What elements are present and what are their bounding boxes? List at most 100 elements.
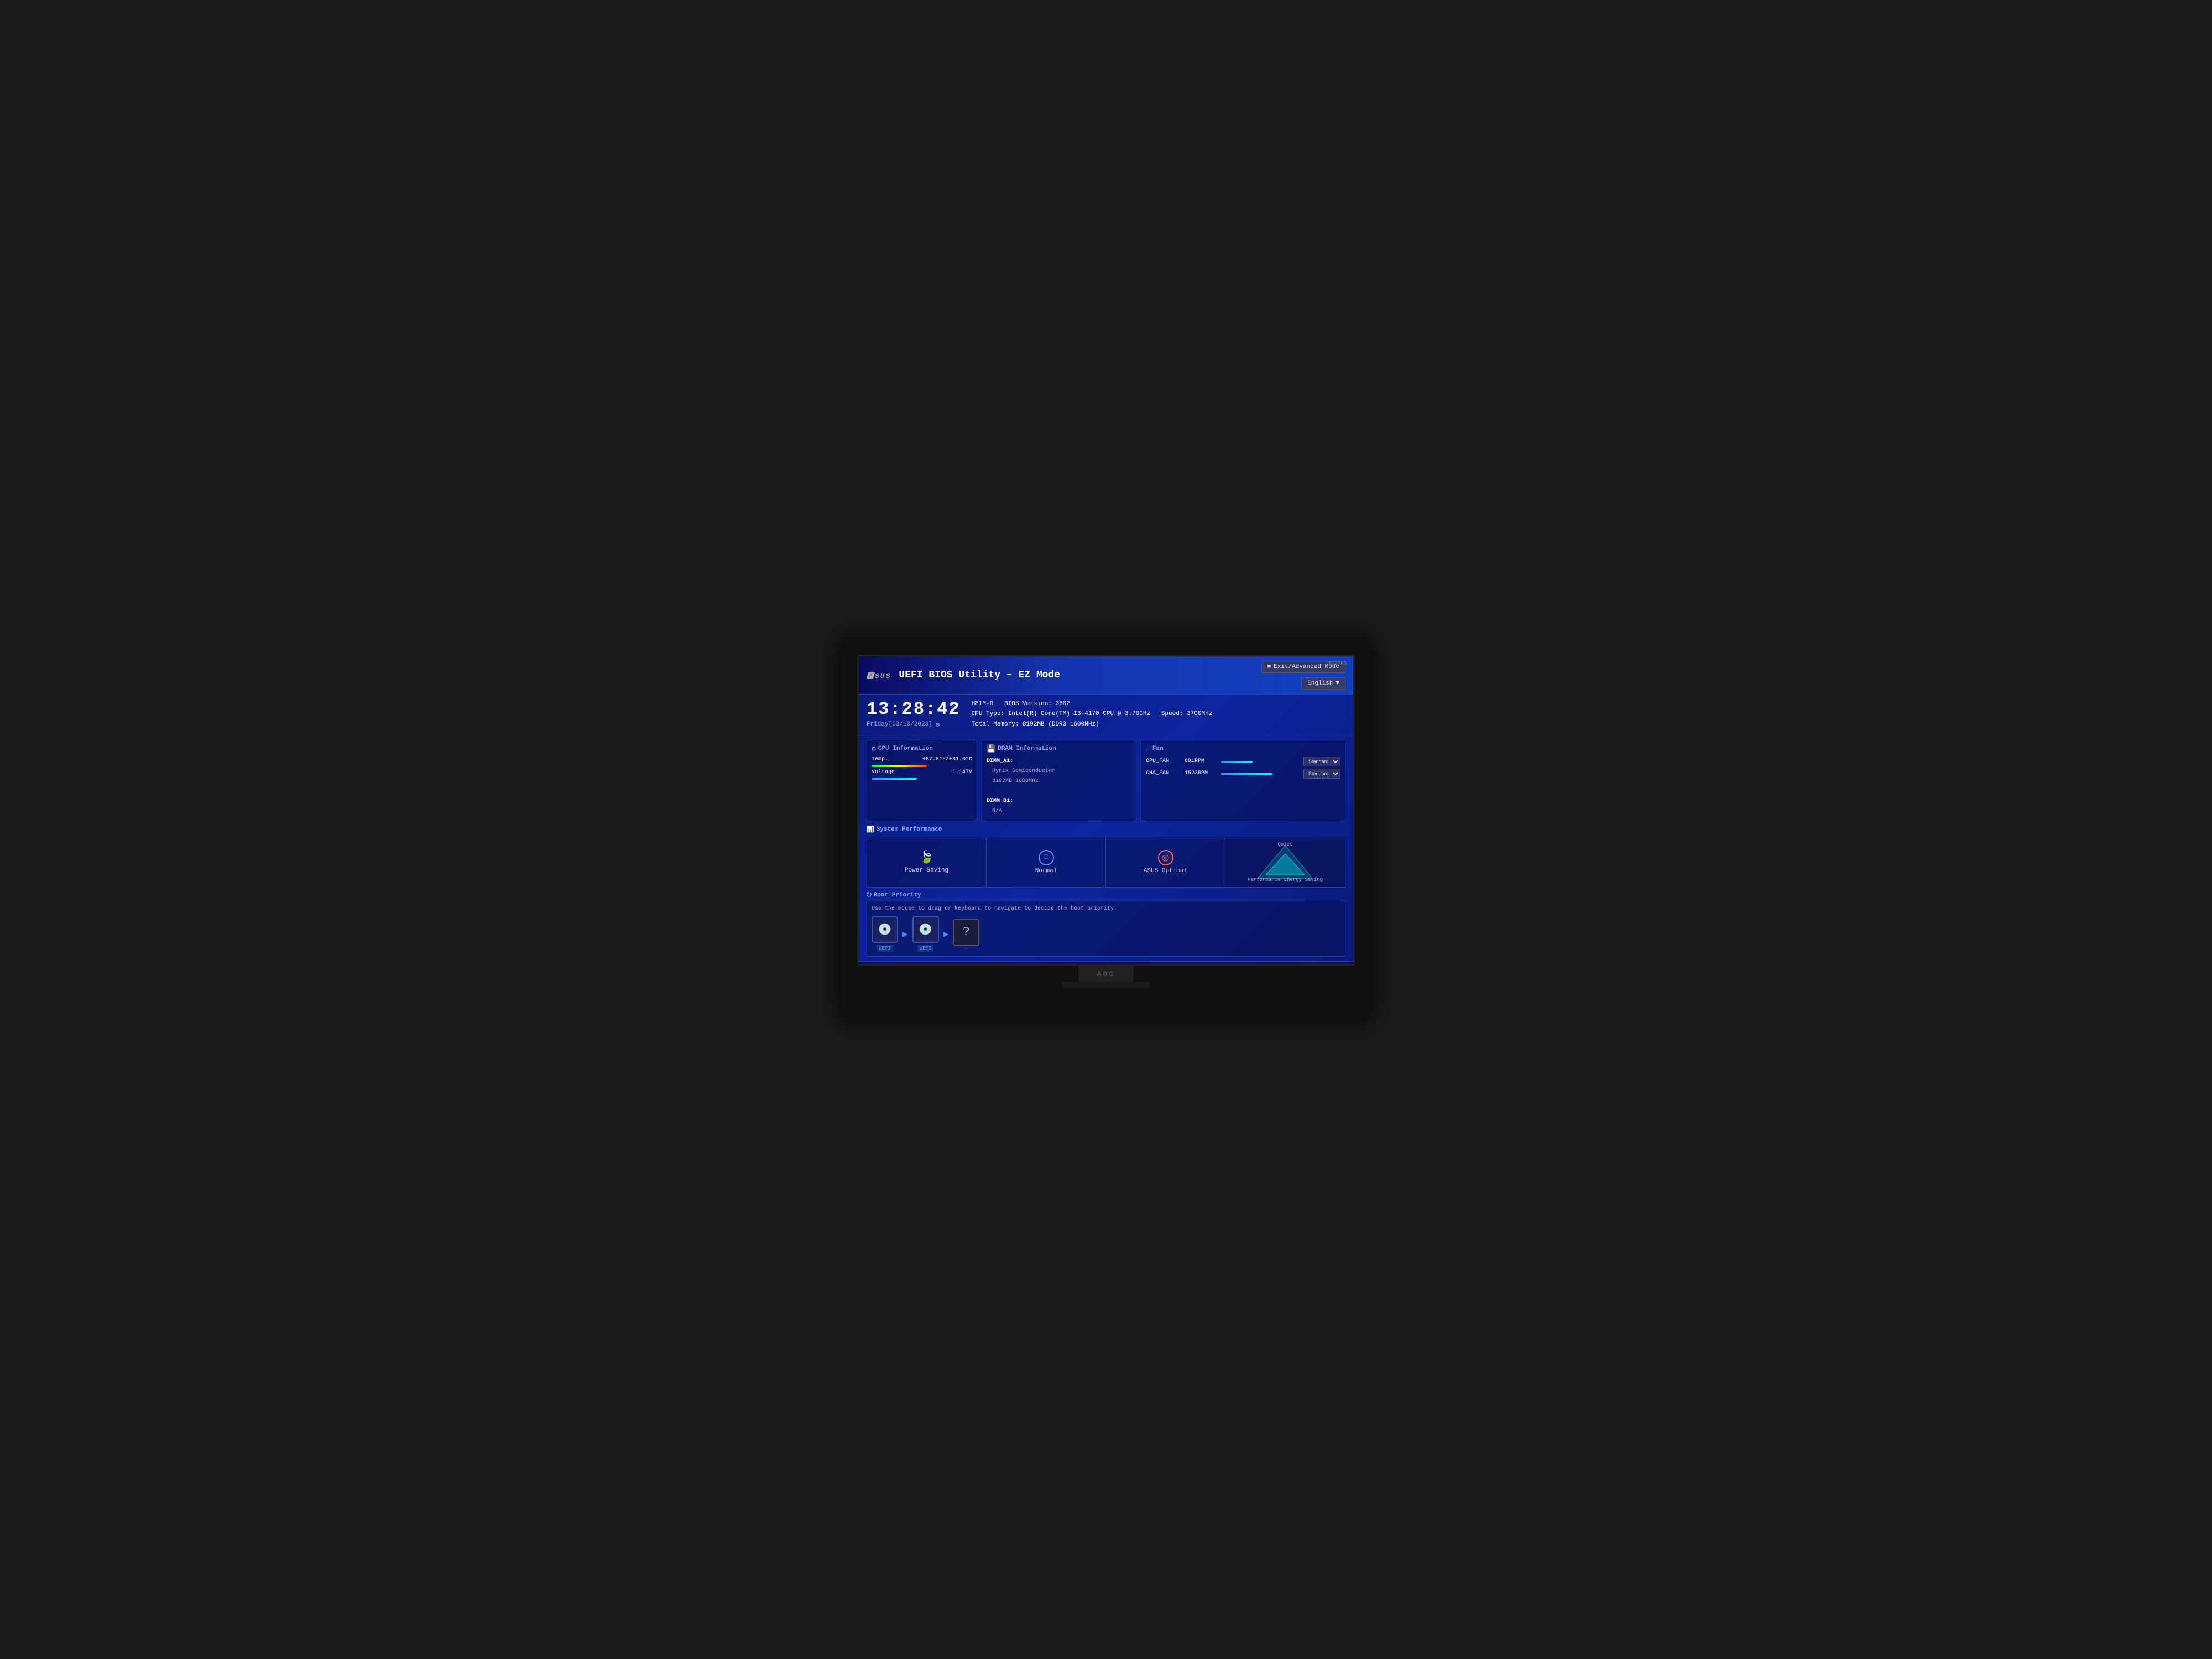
boot-device-3-icon: ? (953, 919, 979, 946)
language-value: English (1307, 680, 1333, 687)
dram-panel-title: 💾 DRAM Information (987, 745, 1131, 753)
perf-normal[interactable]: ○ Normal (987, 837, 1106, 887)
cpu-fan-bar (1221, 761, 1253, 763)
main-panels: ⚙ CPU Information Temp. +87.8°F/+31.0°C … (859, 735, 1353, 826)
boot-device-1-icon: 💿 (872, 916, 898, 943)
cpu-voltage-row: Voltage 1.147V (872, 769, 972, 775)
dram-icon: 💾 (987, 745, 995, 753)
cpu-type: CPU Type: Intel(R) Core(TM) I3-4170 CPU … (972, 711, 1150, 717)
cpu-speed: Speed: 3700MHz (1161, 711, 1212, 717)
monitor-stand: AOC (1078, 966, 1134, 982)
date-display: Friday[03/10/2023] ⚙ (867, 721, 961, 729)
normal-label: Normal (1035, 868, 1057, 874)
perf-asus-optimal[interactable]: ◎ ASUS Optimal (1106, 837, 1225, 887)
fan-panel: ☄ Fan CPU_FAN 891RPM Standard (1141, 740, 1345, 821)
cha-fan-row: CHA_FAN 1523RPM Standard (1146, 769, 1340, 779)
cpu-info-panel: ⚙ CPU Information Temp. +87.8°F/+31.0°C … (867, 740, 977, 821)
performance-title: 📊 System Performance (867, 826, 1345, 833)
fan-icon: ☄ (1146, 745, 1150, 753)
triangle-chart: Quiet Performance Energy Saving (1246, 843, 1324, 881)
sata-info-button[interactable]: SATA Information (978, 965, 1033, 966)
chart-label-quiet: Quiet (1277, 842, 1292, 847)
voltage-value: 1.147V (952, 769, 972, 775)
cha-fan-bar-wrap (1221, 772, 1300, 775)
boot-section: ⏻ Boot Priority Use the mouse to drag or… (859, 892, 1353, 961)
fan-title-label: Fan (1152, 745, 1164, 752)
settings-gear-icon[interactable]: ⚙ (936, 721, 940, 729)
bios-version: BIOS Version: 3602 (1004, 701, 1070, 707)
temp-bar (872, 765, 927, 767)
boot-device-2[interactable]: 💿 UEFI (912, 916, 939, 952)
asus-logo-text: 🅰SUS (867, 670, 891, 680)
time-block: 13:28:42 Friday[03/10/2023] ⚙ (867, 699, 961, 729)
cha-fan-mode-select[interactable]: Standard (1303, 769, 1340, 779)
asus-optimal-icon: ◎ (1158, 850, 1173, 865)
dram-info-panel: 💾 DRAM Information DIMM_A1: Hynix Semico… (982, 740, 1136, 821)
monitor-screen: E2270S 🅰SUS UEFI BIOS Utility – EZ Mode … (857, 655, 1355, 966)
boot-device-1[interactable]: 💿 UEFI (872, 916, 898, 952)
triangle-svg (1246, 843, 1324, 881)
boot-panel: Use the mouse to drag or keyboard to nav… (867, 901, 1345, 957)
bottom-right-buttons: Boot Menu(F8) Default(F5) (1253, 965, 1345, 966)
cpu-fan-bar-wrap (1221, 760, 1300, 763)
boot-device-3[interactable]: ? (953, 919, 979, 949)
motherboard-name: H81M-R (972, 701, 994, 707)
boot-device-2-label: UEFI (917, 945, 934, 952)
asus-optimal-label: ASUS Optimal (1144, 868, 1187, 874)
perf-power-saving[interactable]: 🍃 Power Saving (867, 837, 987, 887)
mb-bios-line: H81M-R BIOS Version: 3602 (972, 700, 1345, 709)
language-select[interactable]: English ▼ (1301, 677, 1345, 690)
monitor-base (1062, 982, 1150, 988)
cpu-line: CPU Type: Intel(R) Core(TM) I3-4170 CPU … (972, 709, 1345, 719)
boot-title: ⏻ Boot Priority (867, 892, 1345, 899)
cpu-fan-rpm: 891RPM (1185, 758, 1218, 764)
bios-container: E2270S 🅰SUS UEFI BIOS Utility – EZ Mode … (859, 656, 1353, 964)
voltage-bar-container (872, 778, 972, 780)
cpu-panel-title: ⚙ CPU Information (872, 745, 972, 753)
voltage-label: Voltage (872, 769, 895, 775)
monitor: E2270S 🅰SUS UEFI BIOS Utility – EZ Mode … (841, 638, 1371, 1021)
cha-fan-label: CHA_FAN (1146, 770, 1185, 776)
boot-device-2-icon: 💿 (912, 916, 939, 943)
memory-line: Total Memory: 8192MB (DDR3 1600MHz) (972, 720, 1345, 730)
dimm-b1-value: N/A (987, 806, 1131, 816)
performance-grid: 🍃 Power Saving ○ Normal ◎ ASUS Optimal (867, 837, 1345, 888)
monitor-model-label: E2270S (1329, 661, 1347, 666)
cpu-icon: ⚙ (872, 745, 876, 753)
chart-label-performance: Performance (1248, 877, 1280, 883)
cpu-fan-mode-select[interactable]: Standard (1303, 757, 1340, 766)
dram-info-content: DIMM_A1: Hynix Semiconductor 8192MB 1600… (987, 757, 1131, 816)
normal-icon: ○ (1039, 850, 1054, 865)
cpu-fan-label: CPU_FAN (1146, 758, 1185, 764)
system-info-block: H81M-R BIOS Version: 3602 CPU Type: Inte… (972, 699, 1345, 731)
monitor-brand: AOC (1078, 966, 1134, 978)
header-bar: 🅰SUS UEFI BIOS Utility – EZ Mode ■ Exit/… (859, 656, 1353, 695)
cpu-temp-row: Temp. +87.8°F/+31.0°C (872, 757, 972, 763)
temp-bar-container (872, 765, 972, 767)
dimm-a1-label: DIMM_A1: (987, 758, 1013, 764)
perf-chart-area: Quiet Performance Energy Saving (1225, 837, 1345, 887)
boot-hint: Use the mouse to drag or keyboard to nav… (872, 906, 1340, 912)
boot-device-3-label (964, 948, 968, 949)
temp-label: Temp. (872, 757, 888, 763)
shortcut-button[interactable]: Shortcut(F3) (867, 965, 910, 966)
advanced-mode-button[interactable]: Advanced Mode(F7) (913, 965, 975, 966)
header-left: 🅰SUS UEFI BIOS Utility – EZ Mode (867, 670, 1060, 681)
perf-title-label: System Performance (877, 826, 942, 833)
temp-value: +87.8°F/+31.0°C (922, 757, 972, 763)
cha-fan-bar (1221, 773, 1272, 775)
boot-icon: ⏻ (867, 892, 872, 899)
default-button[interactable]: Default(F5) (1306, 965, 1345, 966)
chart-label-energy: Energy Saving (1284, 877, 1323, 883)
boot-devices: 💿 UEFI ▶ 💿 UEFI ▶ ? (872, 916, 1340, 952)
bottom-left-buttons: Shortcut(F3) Advanced Mode(F7) SATA Info… (867, 965, 1033, 966)
boot-device-1-label: UEFI (877, 945, 893, 952)
cha-fan-rpm: 1523RPM (1185, 770, 1218, 776)
boot-title-label: Boot Priority (874, 892, 921, 899)
boot-menu-button[interactable]: Boot Menu(F8) (1253, 965, 1302, 966)
total-memory: Total Memory: 8192MB (DDR3 1600MHz) (972, 721, 1099, 728)
bios-title: UEFI BIOS Utility – EZ Mode (899, 670, 1060, 681)
dimm-b1-label: DIMM_B1: (987, 798, 1013, 804)
dimm-a1-spec: 8192MB 1600MHz (987, 776, 1131, 786)
bottom-bar: Shortcut(F3) Advanced Mode(F7) SATA Info… (859, 961, 1353, 966)
